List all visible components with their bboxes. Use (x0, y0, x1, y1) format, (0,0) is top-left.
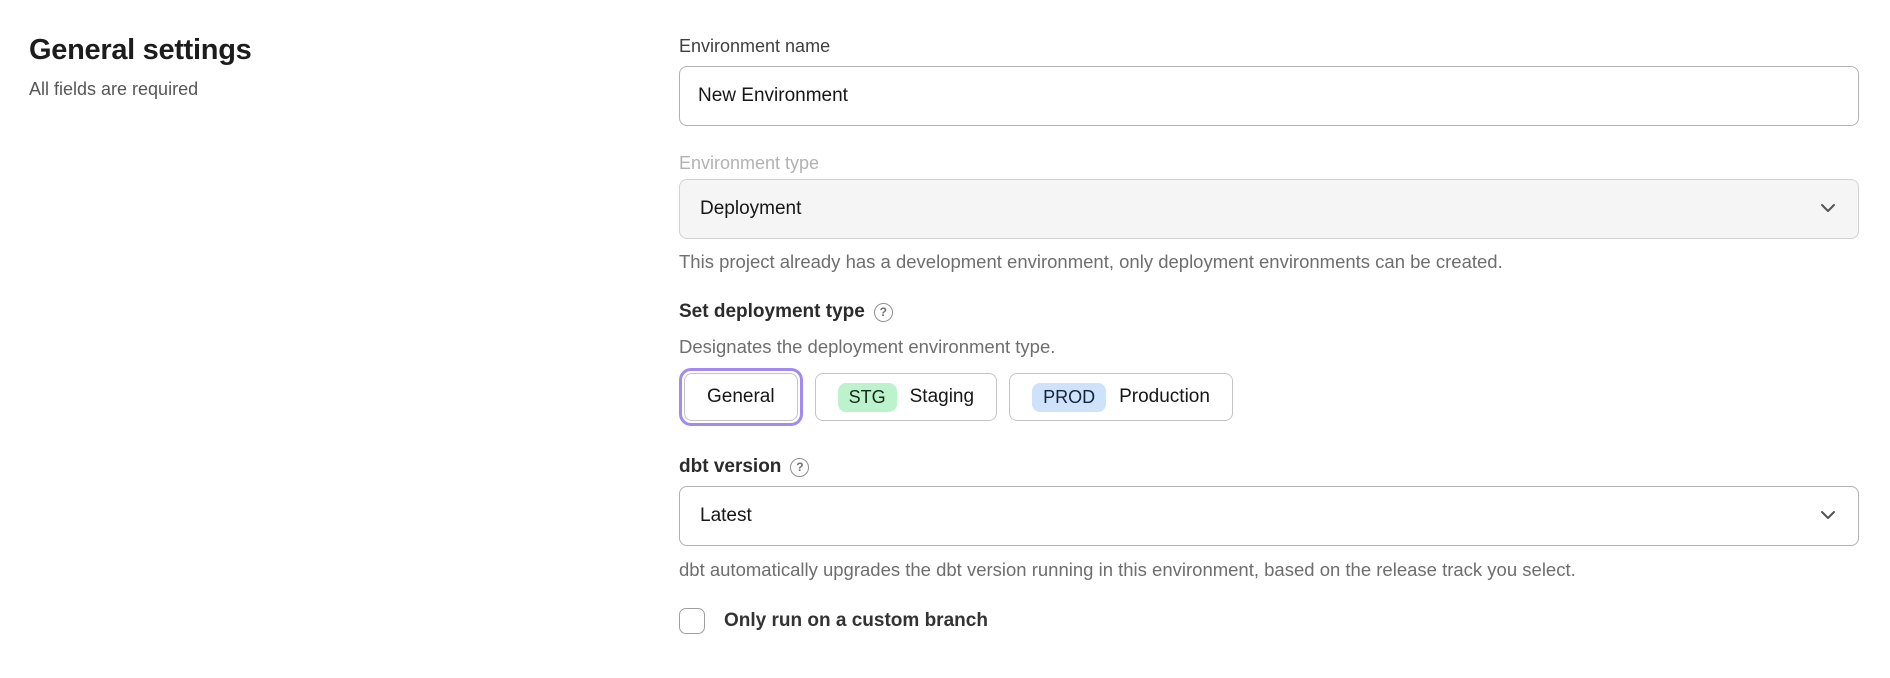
environment-type-label: Environment type (679, 152, 1859, 174)
deployment-type-option-production[interactable]: PROD Production (1009, 373, 1233, 421)
deployment-type-helper: Designates the deployment environment ty… (679, 336, 1859, 358)
help-icon[interactable]: ? (790, 458, 809, 477)
chevron-down-icon (1820, 200, 1836, 218)
dbt-version-heading-row: dbt version ? (679, 456, 1859, 478)
custom-branch-checkbox[interactable] (679, 608, 705, 634)
deployment-type-heading: Set deployment type (679, 301, 865, 323)
settings-form: Environment name Environment type Deploy… (679, 33, 1859, 634)
custom-branch-label[interactable]: Only run on a custom branch (724, 610, 988, 632)
staging-badge: STG (838, 383, 897, 412)
dbt-version-select[interactable]: Latest (679, 486, 1859, 546)
environment-type-value: Deployment (700, 198, 801, 220)
deployment-type-options: General STG Staging PROD Production (679, 368, 1859, 426)
general-settings-page: General settings All fields are required… (0, 0, 1890, 634)
option-label: Staging (910, 386, 974, 408)
environment-type-helper: This project already has a development e… (679, 251, 1859, 273)
page-title: General settings (29, 33, 679, 68)
custom-branch-row: Only run on a custom branch (679, 608, 1859, 634)
deployment-type-option-staging[interactable]: STG Staging (815, 373, 997, 421)
deployment-type-heading-row: Set deployment type ? (679, 301, 1859, 323)
option-label: Production (1119, 386, 1210, 408)
dbt-version-helper: dbt automatically upgrades the dbt versi… (679, 559, 1859, 581)
page-subtitle: All fields are required (29, 79, 679, 100)
dbt-version-heading: dbt version (679, 456, 781, 478)
option-label: General (707, 386, 775, 408)
settings-header: General settings All fields are required (29, 33, 679, 100)
environment-name-input[interactable] (679, 66, 1859, 126)
production-badge: PROD (1032, 383, 1106, 412)
deployment-type-option-general[interactable]: General (684, 373, 798, 421)
dbt-version-value: Latest (700, 505, 752, 527)
environment-name-label: Environment name (679, 35, 1859, 57)
chevron-down-icon (1820, 507, 1836, 525)
help-icon[interactable]: ? (874, 303, 893, 322)
environment-type-select: Deployment (679, 179, 1859, 239)
selected-option-ring: General (679, 368, 803, 426)
